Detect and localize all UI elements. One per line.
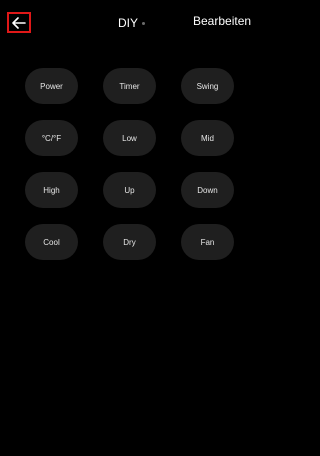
back-button[interactable] xyxy=(7,12,31,33)
key-high[interactable]: High xyxy=(25,172,78,208)
key-down[interactable]: Down xyxy=(181,172,234,208)
key-unit-toggle[interactable]: °C/°F xyxy=(25,120,78,156)
remote-key-grid: Power Timer Swing °C/°F Low Mid High Up … xyxy=(25,68,239,260)
key-power[interactable]: Power xyxy=(25,68,78,104)
key-cool[interactable]: Cool xyxy=(25,224,78,260)
key-fan[interactable]: Fan xyxy=(181,224,234,260)
key-dry[interactable]: Dry xyxy=(103,224,156,260)
page-title: DIY xyxy=(117,16,138,30)
screen: DIY Bearbeiten Power Timer Swing °C/°F L… xyxy=(0,0,251,456)
key-mid[interactable]: Mid xyxy=(181,120,234,156)
top-bar: DIY Bearbeiten xyxy=(0,0,251,46)
key-up[interactable]: Up xyxy=(103,172,156,208)
key-low[interactable]: Low xyxy=(103,120,156,156)
key-swing[interactable]: Swing xyxy=(181,68,234,104)
title-dot xyxy=(142,21,145,25)
key-timer[interactable]: Timer xyxy=(103,68,156,104)
arrow-left-icon xyxy=(12,16,26,29)
edit-button[interactable]: Bearbeiten xyxy=(193,14,251,28)
